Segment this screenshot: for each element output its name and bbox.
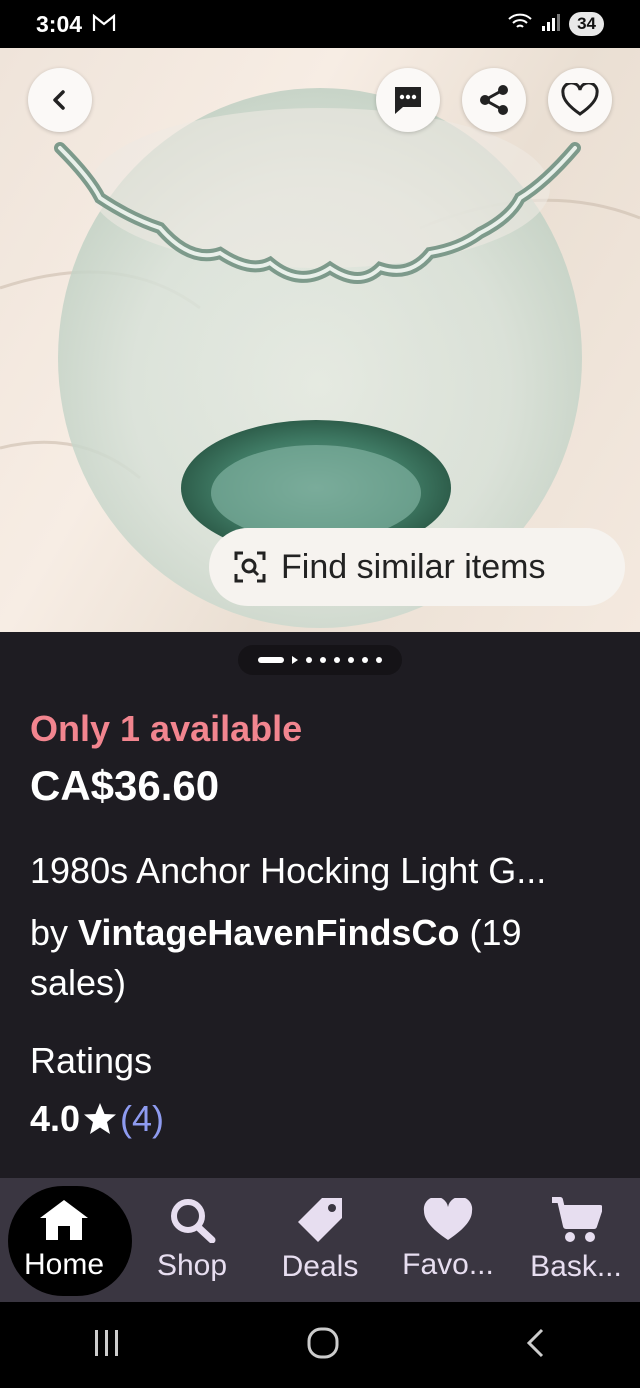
seller-by: by [30,912,79,953]
message-icon [395,87,421,114]
battery-indicator: 34 [569,12,604,36]
carousel-dot-active [258,657,284,663]
signal-icon [541,13,561,36]
tab-basket-label: Bask... [530,1250,622,1283]
carousel-dot [306,657,312,663]
rating-value: 4.0 [30,1098,81,1139]
carousel-video-marker [292,656,298,664]
back-button[interactable] [28,68,92,132]
back-nav-button[interactable] [524,1327,548,1364]
message-seller-button[interactable] [376,68,440,132]
back-nav-icon [526,1328,543,1357]
carousel-indicator[interactable] [238,645,402,675]
tab-home[interactable]: Home [0,1178,132,1302]
tab-shop[interactable]: Shop [128,1178,256,1302]
star-icon [84,1103,117,1134]
status-bar: 3:04 34 [0,0,640,48]
carousel-dot [320,657,326,663]
back-icon [53,90,65,110]
find-similar-label: Find similar items [281,547,546,586]
tab-basket[interactable]: Bask... [512,1178,640,1302]
ratings-row[interactable]: 4.0 (4) [30,1098,164,1140]
recent-apps-icon [95,1329,119,1356]
favorite-button[interactable] [548,68,612,132]
ratings-label: Ratings [30,1040,153,1081]
shop-name-link[interactable]: VintageHavenFindsCo [78,912,459,953]
search-icon [171,1199,216,1243]
image-search-icon [234,551,266,583]
heart-icon [561,83,599,116]
tab-favorites[interactable]: Favo... [384,1178,512,1302]
carousel-dot [376,657,382,663]
wifi-icon [507,12,533,37]
seller-line: by VintageHavenFindsCo (19 sales) [30,908,590,1008]
carousel-dot [362,657,368,663]
availability-text: Only 1 available [30,708,303,749]
price: CA$36.60 [30,762,220,809]
heart-icon [423,1198,473,1240]
tab-home-label: Home [23,1248,105,1281]
status-time: 3:04 [36,10,83,37]
tab-deals-label: Deals [281,1250,359,1283]
tab-deals[interactable]: Deals [256,1178,384,1302]
product-image[interactable]: Find similar items [0,48,640,632]
home-icon [40,1200,88,1240]
share-icon [480,85,508,115]
home-nav-icon [307,1327,339,1358]
tab-shop-label: Shop [156,1249,228,1282]
cart-icon [552,1197,602,1242]
carousel-dot [348,657,354,663]
system-nav-bar [0,1302,640,1388]
rating-count-link[interactable]: (4) [120,1098,164,1140]
recent-apps-button[interactable] [92,1328,122,1363]
share-button[interactable] [462,68,526,132]
tab-favorites-label: Favo... [402,1248,494,1281]
tag-icon [298,1198,342,1242]
home-nav-button[interactable] [307,1327,339,1364]
gmail-icon [92,11,116,38]
bottom-tab-bar: Home Shop Deals Favo... Bask... [0,1178,640,1302]
find-similar-button[interactable]: Find similar items [209,528,625,606]
listing-title[interactable]: 1980s Anchor Hocking Light G... [30,850,546,892]
carousel-dot [334,657,340,663]
